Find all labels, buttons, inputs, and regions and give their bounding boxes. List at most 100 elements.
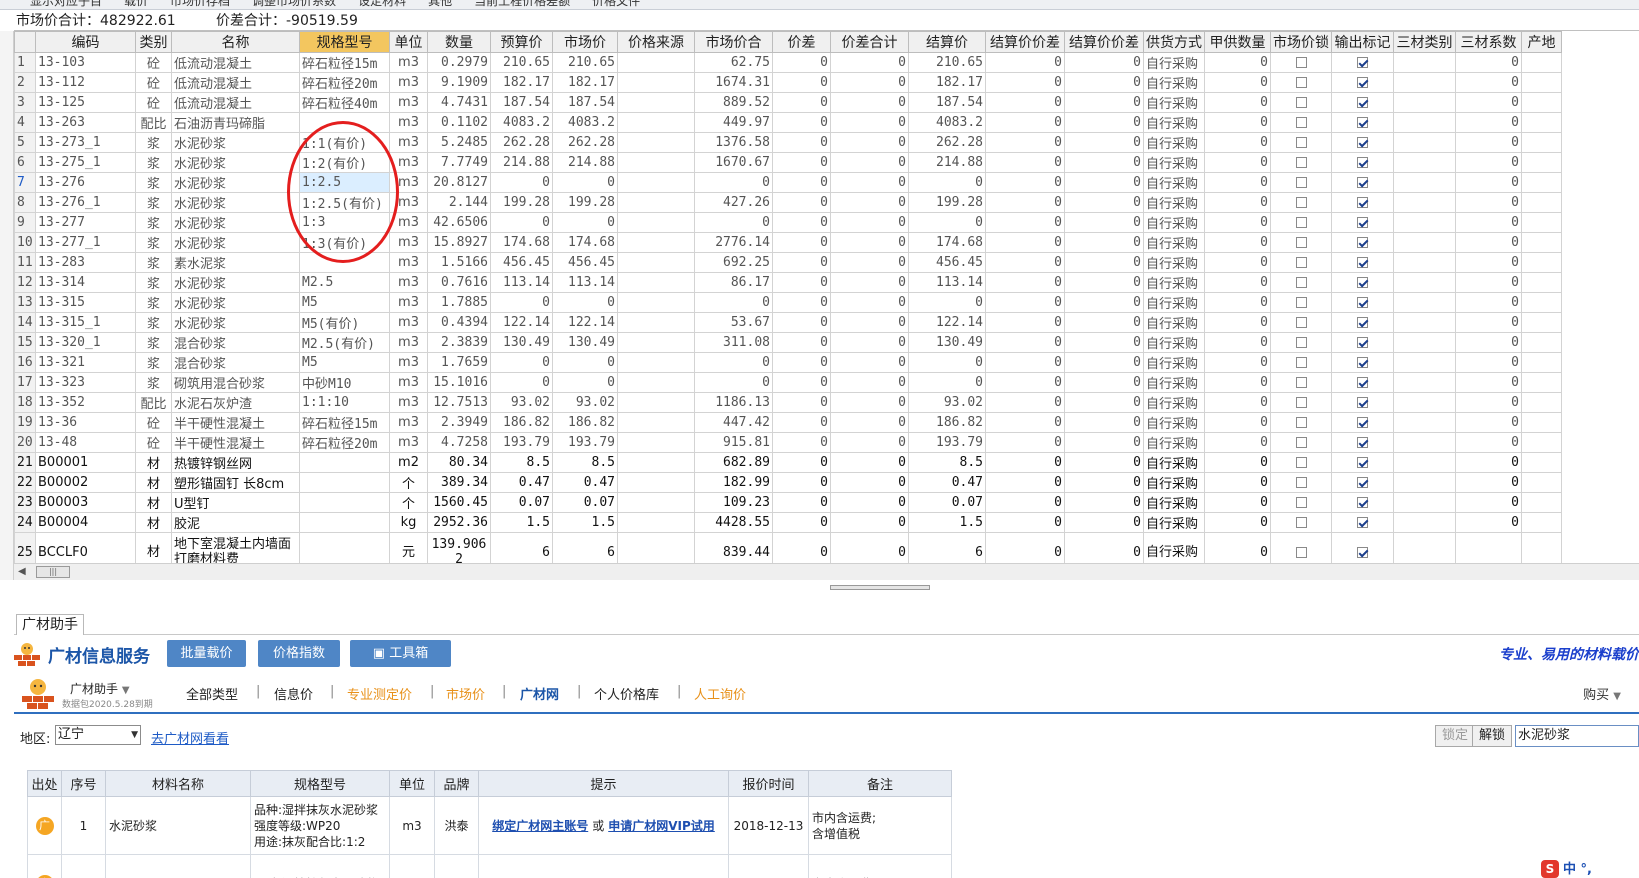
cell-code[interactable]: 13-112 xyxy=(35,72,136,93)
row-index[interactable]: 4 xyxy=(14,112,36,133)
cell-budget[interactable]: 174.68 xyxy=(490,232,553,253)
cell-cat[interactable]: 浆 xyxy=(135,272,172,293)
cell-origin[interactable] xyxy=(1521,412,1562,433)
cell-budget[interactable]: 1.5 xyxy=(490,512,553,533)
cell-origin[interactable] xyxy=(1521,512,1562,533)
checkbox-empty-icon[interactable] xyxy=(1295,277,1307,288)
cell-unit[interactable]: m3 xyxy=(389,392,428,413)
cell-unit[interactable]: m3 xyxy=(389,152,428,173)
cell-qty[interactable]: 5.2485 xyxy=(427,132,491,153)
cell-mfactor[interactable]: 0 xyxy=(1455,272,1522,293)
cell-budget[interactable]: 4083.2 xyxy=(490,112,553,133)
price-index-button[interactable]: 价格指数 xyxy=(258,640,340,667)
checkbox-checked-icon[interactable] xyxy=(1357,417,1368,428)
column-header[interactable]: 结算价 xyxy=(908,31,986,53)
cell-diff[interactable]: 0 xyxy=(772,292,831,313)
cell-supply[interactable]: 自行采购 xyxy=(1143,492,1205,513)
cell-qty[interactable]: 1.5166 xyxy=(427,252,491,273)
cell-spec[interactable]: 1:1(有价) xyxy=(299,132,390,153)
cell-difftotal[interactable]: 0 xyxy=(830,152,909,173)
cell-difftotal[interactable]: 0 xyxy=(830,452,909,473)
cell-settle[interactable]: 187.54 xyxy=(908,92,986,113)
guangcai-source-icon[interactable]: 广 xyxy=(35,874,54,878)
cell-market[interactable]: 262.28 xyxy=(552,132,618,153)
cell-unit[interactable]: m3 xyxy=(389,312,428,333)
checkbox-empty-icon[interactable] xyxy=(1295,297,1307,308)
cell-sdiff2[interactable]: 0 xyxy=(1064,152,1144,173)
cell-name[interactable]: 水泥砂浆 xyxy=(171,192,300,213)
cell-cat[interactable]: 浆 xyxy=(135,352,172,373)
cell-jqty[interactable]: 0 xyxy=(1204,312,1271,333)
market-lock-checkbox[interactable] xyxy=(1270,332,1332,353)
cell-mtotal[interactable]: 427.26 xyxy=(694,192,773,213)
cell-settle[interactable]: 174.68 xyxy=(908,232,986,253)
cell-origin[interactable] xyxy=(1521,272,1562,293)
cell-supply[interactable]: 自行采购 xyxy=(1143,292,1205,313)
cell-diff[interactable]: 0 xyxy=(772,372,831,393)
row-index[interactable]: 8 xyxy=(14,192,36,213)
cell-source[interactable]: 广 xyxy=(27,854,62,878)
cell-origin[interactable] xyxy=(1521,372,1562,393)
cell-unit[interactable]: m3 xyxy=(389,112,428,133)
cell-qty[interactable]: 9.1909 xyxy=(427,72,491,93)
cell-mfactor[interactable]: 0 xyxy=(1455,372,1522,393)
cell-sdiff[interactable]: 0 xyxy=(985,172,1065,193)
cell-code[interactable]: 13-320_1 xyxy=(35,332,136,353)
cell-market[interactable]: 0.07 xyxy=(552,492,618,513)
cell-market[interactable]: 182.17 xyxy=(552,72,618,93)
cell-diff[interactable]: 0 xyxy=(772,352,831,373)
column-header[interactable]: 类别 xyxy=(135,31,172,53)
cell-src[interactable] xyxy=(617,452,695,473)
cell-src[interactable] xyxy=(617,232,695,253)
cell-mcat[interactable] xyxy=(1393,452,1456,473)
output-flag-checkbox[interactable] xyxy=(1331,252,1394,273)
cell-diff[interactable]: 0 xyxy=(772,72,831,93)
table-row[interactable]: 21 B00001 材热镀锌钢丝网 m2 80.34 8.5 8.5 682.89 0 0 8.5 0… xyxy=(14,452,1562,473)
cell-cat[interactable]: 浆 xyxy=(135,192,172,213)
checkbox-empty-icon[interactable] xyxy=(1295,237,1307,248)
cell-difftotal[interactable]: 0 xyxy=(830,72,909,93)
cell-name[interactable]: 塑形锚固钉 长8cm xyxy=(171,472,300,493)
nav-personal-library[interactable]: 个人价格库 xyxy=(594,684,659,703)
cell-sdiff[interactable]: 0 xyxy=(985,92,1065,113)
cell-code[interactable]: 13-277 xyxy=(35,212,136,233)
checkbox-checked-icon[interactable] xyxy=(1357,237,1368,248)
checkbox-checked-icon[interactable] xyxy=(1357,117,1368,128)
table-row[interactable]: 22 B00002 材塑形锚固钉 长8cm 个 389.34 0.47 0.47 182.99… xyxy=(14,472,1562,493)
cell-mfactor[interactable]: 0 xyxy=(1455,112,1522,133)
cell-supply[interactable]: 自行采购 xyxy=(1143,372,1205,393)
cell-unit[interactable]: m3 xyxy=(389,432,428,453)
result-row[interactable]: 广 1 水泥砂浆 品种:湿拌抹灰水泥砂浆 强度等级:WP20 用途:抹灰配合比:1:2 m3… xyxy=(27,796,952,855)
checkbox-empty-icon[interactable] xyxy=(1295,477,1307,488)
cell-src[interactable] xyxy=(617,152,695,173)
cell-cat[interactable]: 材 xyxy=(135,472,172,493)
column-header[interactable]: 编码 xyxy=(35,31,136,53)
table-row[interactable]: 13 13-315 浆水泥砂浆 M5 m3 1.7885 0 0 0 0 0 0 0 0 自行采购 0 0 xyxy=(14,292,1562,313)
cell-qty[interactable]: 389.34 xyxy=(427,472,491,493)
toolbar-item[interactable]: 显示对应子目 xyxy=(30,0,102,8)
cell-code[interactable]: 13-276_1 xyxy=(35,192,136,213)
cell-hint[interactable] xyxy=(478,854,729,878)
cell-code[interactable]: 13-103 xyxy=(35,52,136,73)
cell-jqty[interactable]: 0 xyxy=(1204,432,1271,453)
row-index[interactable]: 10 xyxy=(14,232,36,253)
cell-cat[interactable]: 砼 xyxy=(135,72,172,93)
cell-settle[interactable]: 456.45 xyxy=(908,252,986,273)
cell-src[interactable] xyxy=(617,172,695,193)
market-lock-checkbox[interactable] xyxy=(1270,112,1332,133)
cell-mtotal[interactable]: 1674.31 xyxy=(694,72,773,93)
cell-src[interactable] xyxy=(617,312,695,333)
cell-qty[interactable]: 2952.36 xyxy=(427,512,491,533)
cell-mtotal[interactable]: 447.42 xyxy=(694,412,773,433)
row-index[interactable]: 15 xyxy=(14,332,36,353)
cell-settle[interactable]: 0.07 xyxy=(908,492,986,513)
nav-info-price[interactable]: 信息价 xyxy=(274,684,313,703)
cell-budget[interactable]: 0 xyxy=(490,352,553,373)
cell-name[interactable]: 混合砂浆 xyxy=(171,352,300,373)
cell-spec[interactable]: M5 xyxy=(299,292,390,313)
cell-seq[interactable]: 2 xyxy=(61,854,106,878)
cell-mfactor[interactable]: 0 xyxy=(1455,212,1522,233)
cell-diff[interactable]: 0 xyxy=(772,252,831,273)
checkbox-empty-icon[interactable] xyxy=(1295,97,1307,108)
cell-code[interactable]: 13-263 xyxy=(35,112,136,133)
